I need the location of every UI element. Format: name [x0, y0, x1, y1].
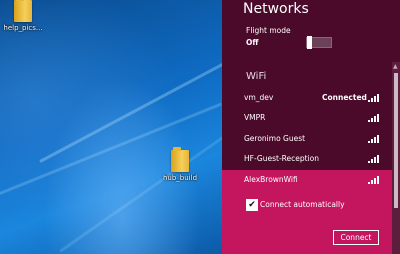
- desktop-icon-help-pics[interactable]: help_pics...: [3, 0, 43, 32]
- wallpaper-streak: [39, 47, 222, 163]
- network-name: HF-Guest-Reception: [244, 154, 320, 163]
- wifi-signal-icon: [368, 154, 379, 163]
- connect-automatically-label: Connect automatically: [260, 200, 345, 209]
- scroll-up-icon[interactable]: ▲: [393, 64, 398, 70]
- connect-automatically-checkbox[interactable]: ✔: [246, 199, 258, 211]
- scrollbar-thumb[interactable]: [394, 73, 398, 208]
- panel-title: Networks: [243, 1, 309, 17]
- wifi-signal-icon: [368, 134, 379, 143]
- connect-button[interactable]: Connect: [333, 230, 379, 245]
- wifi-signal-icon: [368, 175, 379, 184]
- folder-icon: [171, 147, 189, 172]
- network-name: vm_dev: [244, 93, 274, 102]
- network-name: Geronimo Guest: [244, 134, 306, 143]
- wallpaper-streak: [59, 124, 222, 253]
- network-item-hf-guest-reception[interactable]: HF-Guest-Reception: [222, 149, 390, 169]
- network-name: AlexBrownWifi: [244, 175, 298, 184]
- selected-network-panel: AlexBrownWifi ✔ Connect automatically Co…: [222, 170, 392, 254]
- desktop-icon-hub-build[interactable]: hub_build: [160, 147, 200, 182]
- wifi-signal-icon: [368, 113, 379, 122]
- wifi-section-header: WiFi: [246, 71, 267, 82]
- toggle-knob: [307, 36, 312, 49]
- network-name: VMPR: [244, 113, 266, 122]
- network-status: Connected: [322, 93, 367, 102]
- networks-panel: Networks Flight mode Off WiFi vm_dev Con…: [222, 0, 400, 254]
- network-item-vm-dev[interactable]: vm_dev Connected: [222, 88, 390, 108]
- network-item-alexbrownwifi[interactable]: AlexBrownWifi: [222, 170, 390, 190]
- flight-mode-state: Off: [246, 38, 259, 47]
- folder-icon: [14, 0, 32, 22]
- checkmark-icon: ✔: [248, 200, 256, 210]
- desktop: help_pics... hub_build: [0, 0, 222, 254]
- desktop-icon-label: hub_build: [162, 174, 198, 182]
- network-item-geronimo-guest[interactable]: Geronimo Guest: [222, 129, 390, 149]
- wifi-signal-icon: [368, 93, 379, 102]
- flight-mode-label: Flight mode: [246, 26, 291, 35]
- scrollbar[interactable]: ▲: [392, 62, 400, 254]
- desktop-icon-label: help_pics...: [3, 24, 43, 32]
- network-item-vmpr[interactable]: VMPR: [222, 108, 390, 128]
- flight-mode-toggle[interactable]: [306, 36, 332, 49]
